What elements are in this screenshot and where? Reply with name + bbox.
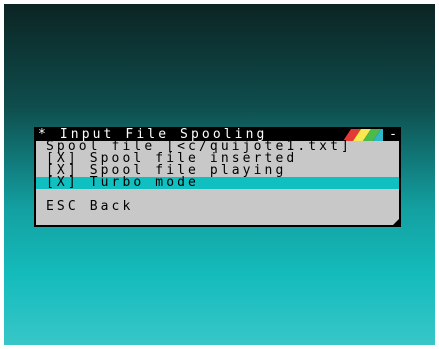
input-file-spooling-window: * Input File Spooling - Spool file [<c/q… — [34, 127, 401, 227]
esc-back-label: ESC Back — [46, 199, 134, 214]
menu-item-label: [X] Turbo mode — [46, 175, 199, 190]
esc-back-button[interactable]: ESC Back — [36, 199, 399, 214]
menu-item-turbo-mode[interactable]: [X] Turbo mode — [36, 175, 399, 190]
close-icon[interactable]: - — [389, 128, 397, 141]
emulator-screen: * Input File Spooling - Spool file [<c/q… — [4, 4, 435, 345]
resize-handle-icon[interactable] — [393, 219, 399, 225]
